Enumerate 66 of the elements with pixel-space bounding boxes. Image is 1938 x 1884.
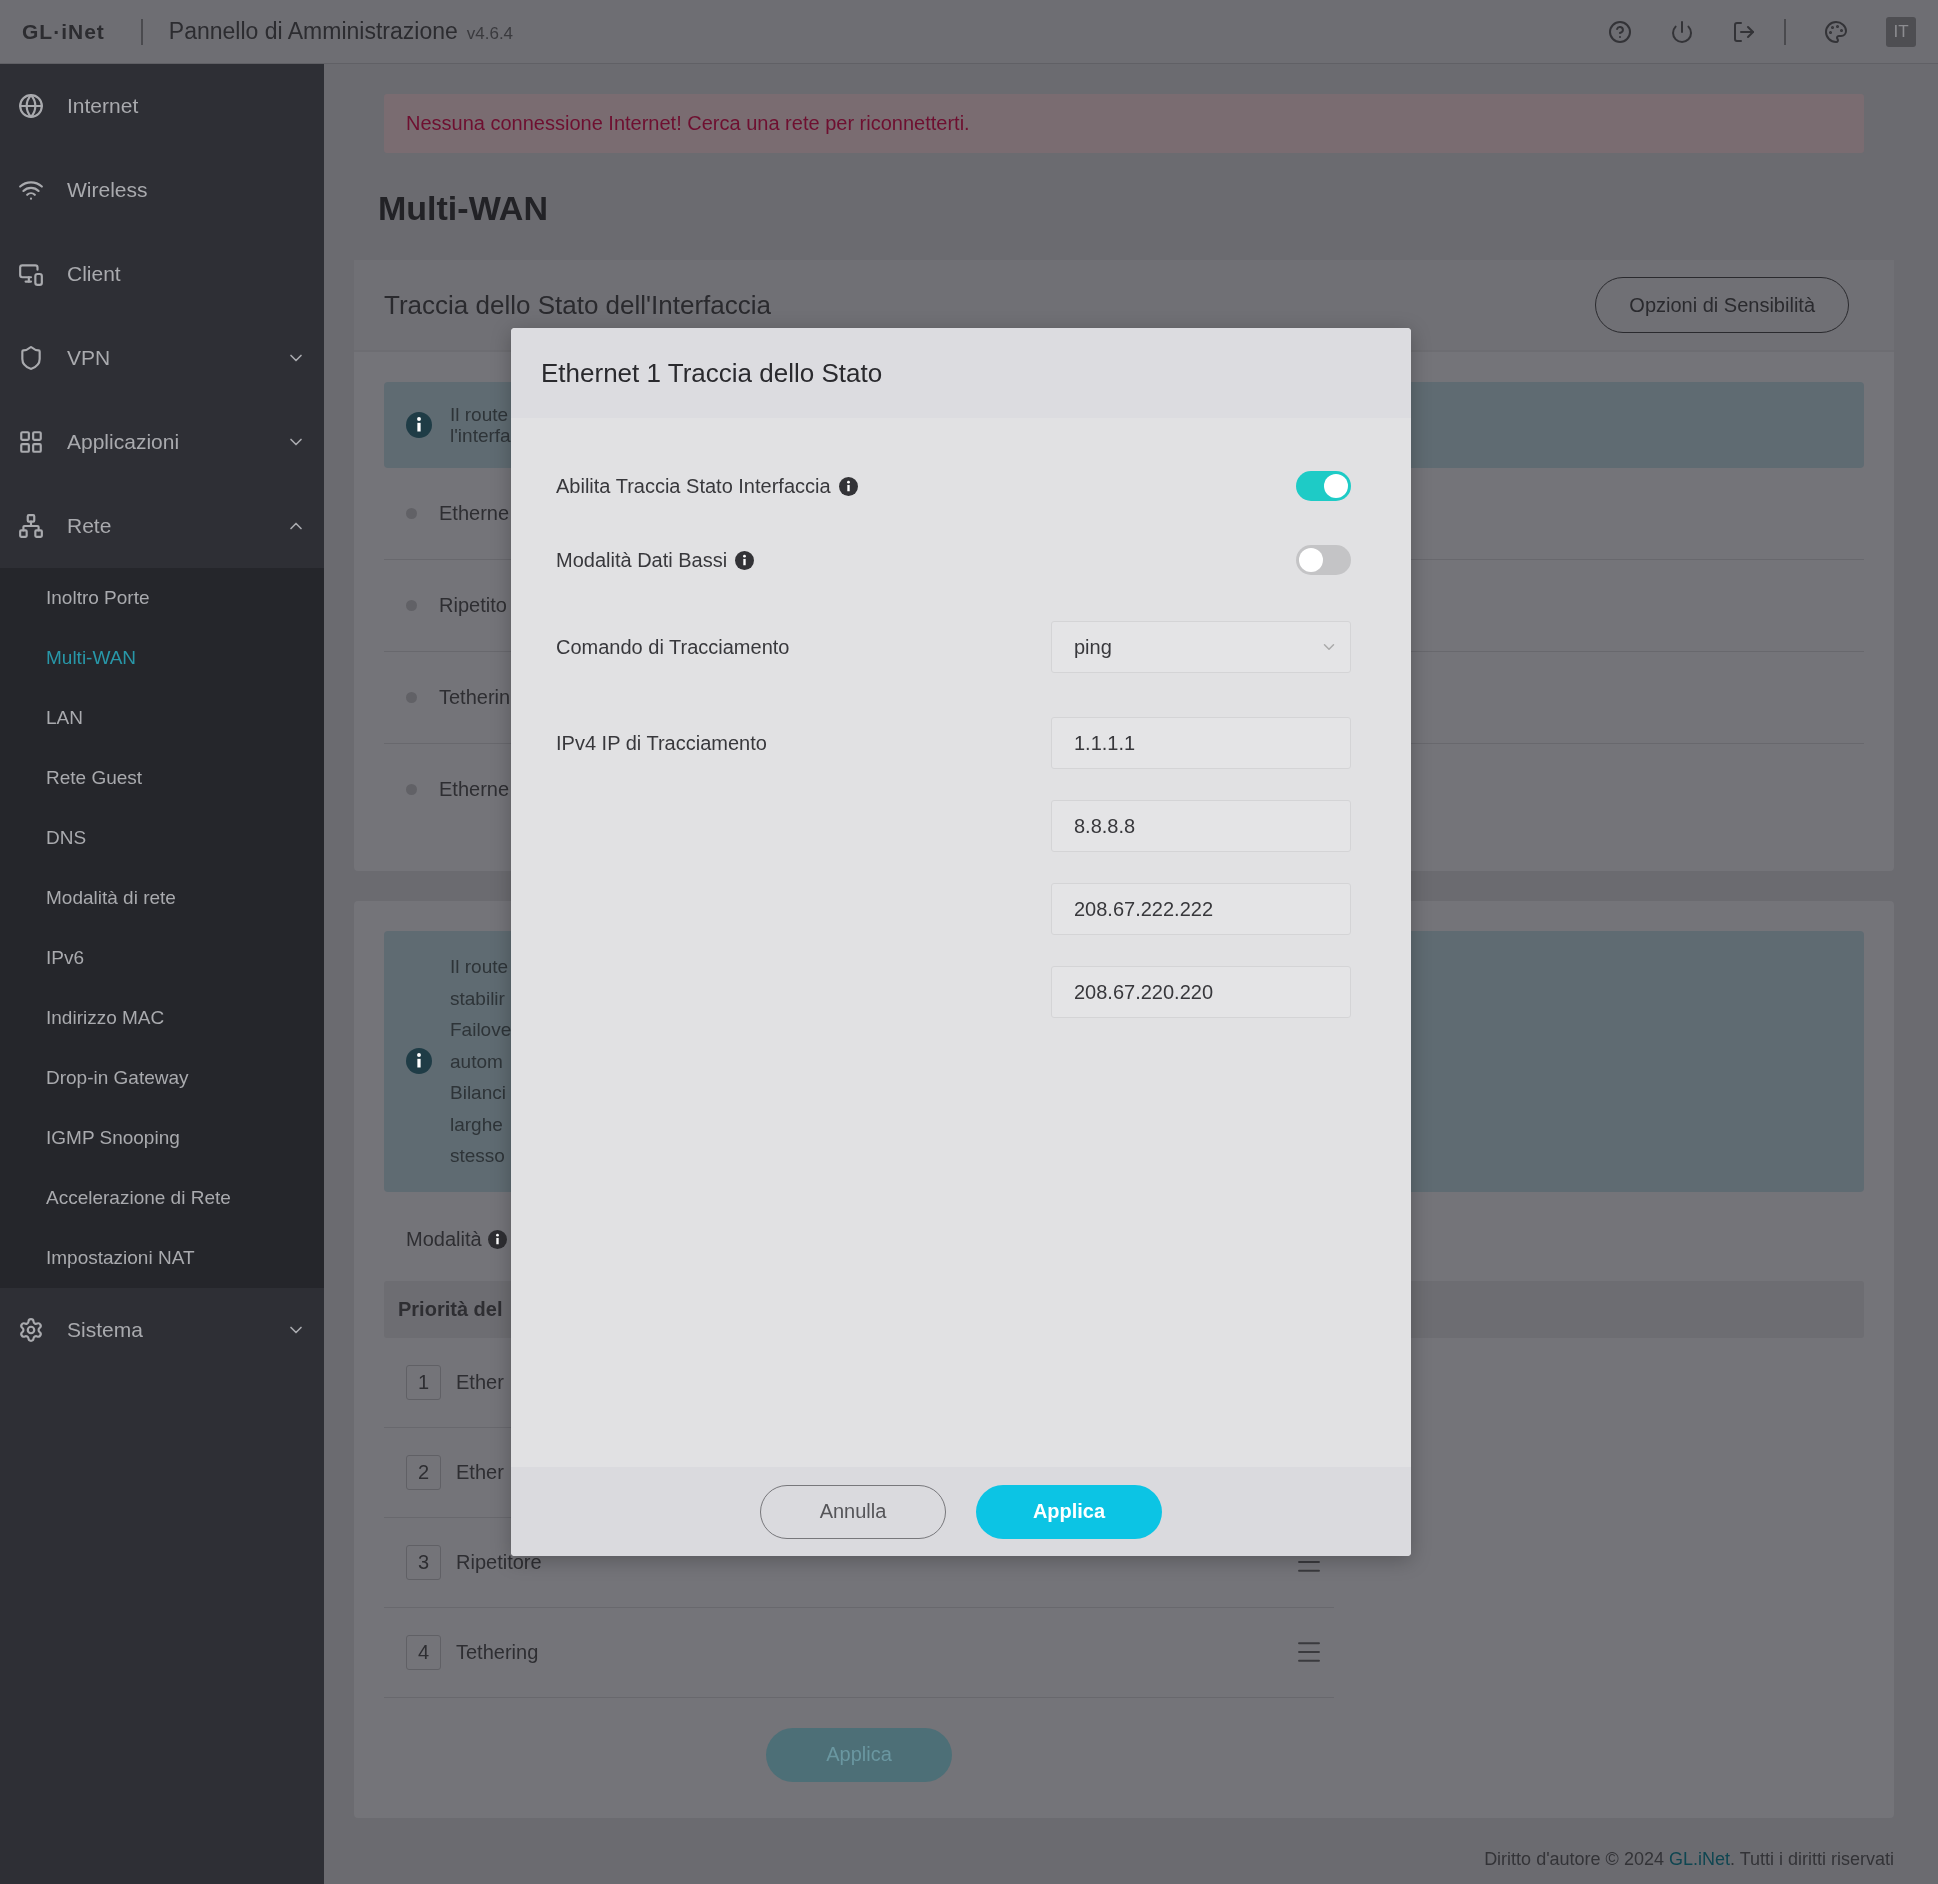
interface-name: Tethering <box>456 1640 540 1664</box>
interface-name: Ether <box>456 1370 505 1394</box>
info-icon <box>735 550 755 570</box>
alert-banner: Nessuna connessione Internet! Cerca una rete per riconnetterti. <box>384 94 1864 153</box>
submenu-item[interactable]: DNS <box>0 808 324 868</box>
field-label: Comando di Tracciamento <box>556 635 790 659</box>
input-field[interactable]: 1.1.1.1 <box>1051 717 1351 769</box>
logout-icon[interactable] <box>1732 19 1756 44</box>
submenu-item[interactable]: Impostazioni NAT <box>0 1228 324 1288</box>
sidebar-item[interactable]: Wireless <box>0 148 324 232</box>
page-title: Multi-WAN <box>378 189 549 228</box>
priority-number: 4 <box>406 1634 441 1670</box>
field-label: Modalità Dati Bassi <box>556 548 728 572</box>
submenu-item[interactable]: Inoltro Porte <box>0 568 324 628</box>
info-icon <box>487 1229 507 1249</box>
info-text: Il route stabilir Failove autom Bilanci larghe stesso <box>450 955 512 1168</box>
devices-icon <box>18 261 44 287</box>
field-label: IPv4 IP di Tracciamento <box>556 731 767 755</box>
info-icon <box>406 1048 432 1075</box>
input-field[interactable]: 8.8.8.8 <box>1051 800 1351 852</box>
submenu-item[interactable]: Accelerazione di Rete <box>0 1168 324 1228</box>
panel-title: Pannello di Amministrazione <box>168 18 458 45</box>
submenu-item[interactable]: Modalità di rete <box>0 868 324 928</box>
submenu-item[interactable]: IGMP Snooping <box>0 1108 324 1168</box>
mode-label: Modalità <box>406 1227 482 1251</box>
field-label: Abilita Traccia Stato Interfaccia <box>556 474 831 498</box>
submenu-item[interactable]: Indirizzo MAC <box>0 988 324 1048</box>
sidebar-item[interactable]: Client <box>0 232 324 316</box>
help-icon[interactable] <box>1608 19 1632 44</box>
toggle-switch[interactable] <box>1296 471 1351 501</box>
globe-icon <box>18 93 44 119</box>
logo: GL·iNet <box>22 19 105 44</box>
interface-name: Etherne <box>439 778 510 801</box>
submenu-item[interactable]: Multi-WAN <box>0 628 324 688</box>
toggle-switch[interactable] <box>1296 545 1351 575</box>
priority-number: 1 <box>406 1364 441 1400</box>
priority-number: 3 <box>406 1544 441 1580</box>
palette-icon[interactable] <box>1824 19 1848 44</box>
info-icon <box>838 476 858 496</box>
power-icon[interactable] <box>1670 19 1694 44</box>
sidebar-item[interactable]: Applicazioni <box>0 400 324 484</box>
select-field[interactable]: ping <box>1051 621 1351 673</box>
gear-icon <box>18 1317 44 1343</box>
card-title: Traccia dello Stato dell'Interfaccia <box>384 289 771 321</box>
grid-icon <box>18 429 44 455</box>
sidebar-item[interactable]: Internet <box>0 64 324 148</box>
info-text: Il route l'interfa <box>450 404 511 446</box>
interface-name: Ether <box>456 1460 505 1484</box>
submenu-item[interactable]: Drop-in Gateway <box>0 1048 324 1108</box>
sidebar-item[interactable]: Rete <box>0 484 324 568</box>
sidebar-item[interactable]: Sistema <box>0 1288 324 1372</box>
interface-name: Ripetitore <box>456 1550 543 1574</box>
priority-number: 2 <box>406 1454 441 1490</box>
info-icon <box>406 412 432 438</box>
submenu-item[interactable]: LAN <box>0 688 324 748</box>
modal-title: Ethernet 1 Traccia dello Stato <box>541 357 883 389</box>
shield-icon <box>18 345 44 371</box>
submenu-item[interactable]: IPv6 <box>0 928 324 988</box>
input-field[interactable]: 208.67.222.222 <box>1051 883 1351 935</box>
sidebar-item[interactable]: VPN <box>0 316 324 400</box>
interface-name: Etherne <box>439 502 510 525</box>
interface-name: Tetherin <box>439 686 511 709</box>
submenu-item[interactable]: Rete Guest <box>0 748 324 808</box>
interface-name: Ripetito <box>439 594 507 617</box>
network-icon <box>18 513 44 539</box>
input-field[interactable]: 208.67.220.220 <box>1051 966 1351 1018</box>
